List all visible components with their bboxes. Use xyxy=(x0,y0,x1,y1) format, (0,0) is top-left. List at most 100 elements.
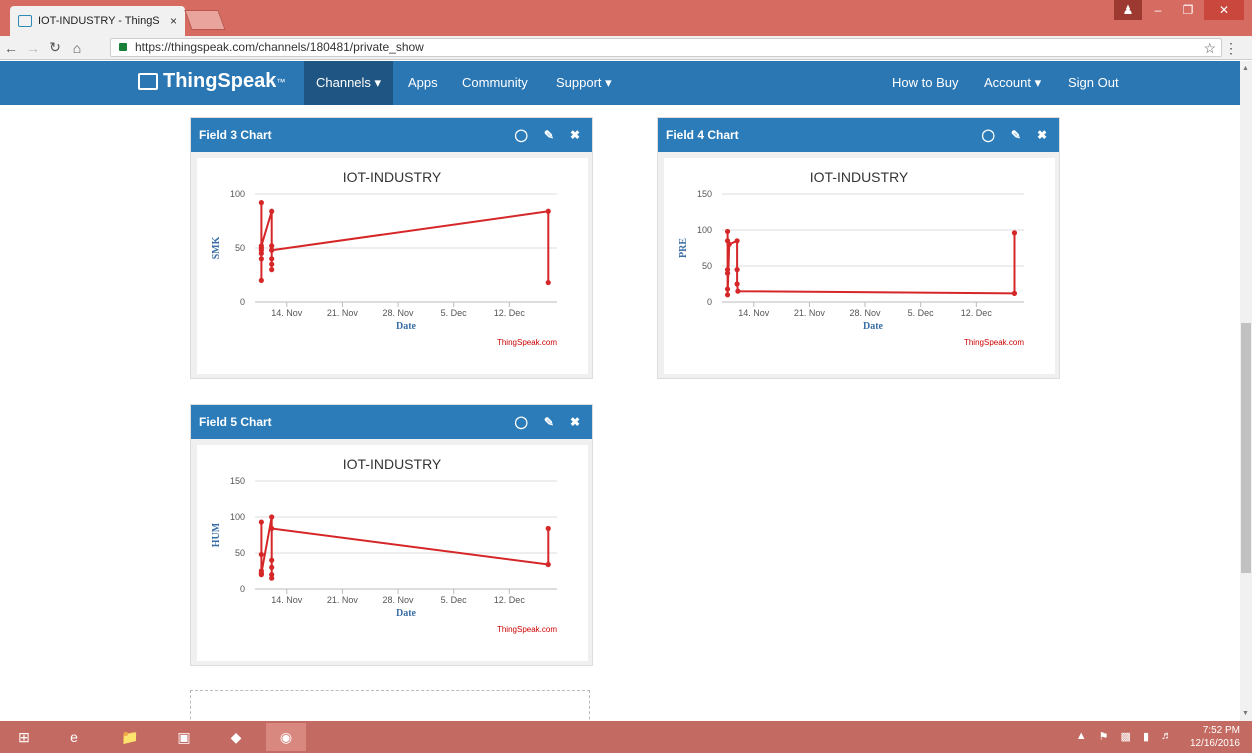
y-tick-label: 100 xyxy=(230,189,245,199)
signal-icon[interactable]: ▮ xyxy=(1143,730,1149,743)
thingspeak-credit: ThingSpeak.com xyxy=(964,338,1024,347)
store-icon[interactable]: ▣ xyxy=(164,723,204,751)
close-panel-icon[interactable]: ✖ xyxy=(570,405,580,439)
windows-start-icon[interactable]: ⊞ xyxy=(4,723,44,751)
address-bar-row: ← → ↻ ⌂ https://thingspeak.com/channels/… xyxy=(0,36,1252,60)
data-point xyxy=(258,570,264,576)
comment-icon[interactable]: ◯ xyxy=(514,118,527,152)
comment-icon[interactable]: ◯ xyxy=(514,405,527,439)
data-point xyxy=(545,279,551,286)
scrollbar-thumb[interactable] xyxy=(1241,323,1251,573)
x-tick-label: 12. Dec xyxy=(494,595,526,605)
scroll-up-icon[interactable]: ▲ xyxy=(1242,65,1249,72)
data-point xyxy=(734,238,740,244)
close-panel-icon[interactable]: ✖ xyxy=(1037,118,1047,152)
x-tick-label: 28. Nov xyxy=(383,308,415,318)
tab-close-icon[interactable]: × xyxy=(170,14,177,28)
lock-icon xyxy=(119,43,127,51)
data-point xyxy=(734,281,740,287)
minimize-icon[interactable]: – xyxy=(1144,0,1172,20)
series-line xyxy=(726,231,1016,295)
new-tab-button[interactable] xyxy=(184,10,226,30)
back-icon[interactable]: ← xyxy=(0,40,22,56)
data-point xyxy=(734,267,740,273)
user-profile-icon[interactable]: ♟ xyxy=(1114,0,1142,20)
data-point xyxy=(724,270,731,276)
y-axis-label: HUM xyxy=(211,522,222,547)
url-input[interactable]: https://thingspeak.com/channels/180481/p… xyxy=(110,38,1222,57)
data-point xyxy=(258,250,264,256)
edit-pencil-icon[interactable]: ✎ xyxy=(544,405,554,439)
chart-svg: IOT-INDUSTRY 0 50 100 150 14. Nov 21. Nov 28. N… xyxy=(211,456,557,634)
browser-menu-icon[interactable]: ⋮ xyxy=(1224,40,1238,57)
home-icon[interactable]: ⌂ xyxy=(66,40,88,56)
thingspeak-logo[interactable]: ThingSpeak ™ xyxy=(138,70,285,93)
page-scrollbar[interactable]: ▲ ▼ xyxy=(1240,61,1252,721)
taskbar-clock[interactable]: 7:52 PM 12/16/2016 xyxy=(1190,724,1240,750)
data-point xyxy=(258,256,264,262)
comment-icon[interactable]: ◯ xyxy=(981,118,994,152)
edit-pencil-icon[interactable]: ✎ xyxy=(1011,118,1021,152)
scroll-down-icon[interactable]: ▼ xyxy=(1242,710,1249,717)
system-tray: ▲ ⚑ ▩ ▮ ♬ xyxy=(1076,730,1172,743)
nav-community[interactable]: Community xyxy=(450,61,540,105)
bookmark-star-icon[interactable]: ☆ xyxy=(1203,40,1216,57)
panel-header: Field 5 Chart ◯ ✎ ✖ xyxy=(191,405,592,439)
data-point xyxy=(269,557,275,563)
file-explorer-icon[interactable]: 📁 xyxy=(110,723,150,751)
restore-icon[interactable]: ❐ xyxy=(1174,0,1202,20)
y-tick-label: 100 xyxy=(230,512,245,522)
flag-icon[interactable]: ⚑ xyxy=(1099,730,1109,743)
nav-account[interactable]: Account ▾ xyxy=(972,61,1053,105)
x-tick-label: 28. Nov xyxy=(850,308,882,318)
series-line xyxy=(260,516,550,579)
chip-app-icon[interactable]: ◆ xyxy=(216,723,256,751)
data-point xyxy=(269,256,275,262)
chart-title: IOT-INDUSTRY xyxy=(343,169,442,185)
data-point xyxy=(269,525,275,532)
data-point xyxy=(269,564,275,570)
data-point xyxy=(258,243,264,249)
nav-apps[interactable]: Apps xyxy=(396,61,450,105)
nav-channels[interactable]: Channels ▾ xyxy=(304,61,394,105)
browser-tab[interactable]: IOT-INDUSTRY - ThingS × xyxy=(10,6,185,36)
internet-explorer-icon[interactable]: e xyxy=(54,723,94,751)
chart-body: IOT-INDUSTRY 0 50 100 150 14. Nov 21. Nov 28. N… xyxy=(197,445,588,661)
nav-sign-out[interactable]: Sign Out xyxy=(1056,61,1131,105)
volume-icon[interactable]: ♬ xyxy=(1161,730,1172,743)
thingspeak-navbar: ThingSpeak ™ Channels ▾ Apps Community S… xyxy=(0,61,1240,105)
x-tick-label: 12. Dec xyxy=(961,308,993,318)
data-point xyxy=(269,261,275,267)
chart-body: IOT-INDUSTRY 0 50 100 150 14. Nov 21. Nov 28. N… xyxy=(664,158,1055,374)
nav-how-to-buy[interactable]: How to Buy xyxy=(880,61,970,105)
y-tick-label: 50 xyxy=(235,548,245,558)
data-point xyxy=(545,561,551,568)
reload-icon[interactable]: ↻ xyxy=(44,39,66,56)
y-axis-label: SMK xyxy=(211,236,222,259)
show-hidden-icons-icon[interactable]: ▲ xyxy=(1076,730,1087,743)
clock-time: 7:52 PM xyxy=(1202,725,1240,736)
clock-date: 12/16/2016 xyxy=(1189,738,1240,749)
data-point xyxy=(258,551,264,558)
x-tick-label: 21. Nov xyxy=(794,308,826,318)
y-tick-label: 50 xyxy=(235,243,245,253)
edit-pencil-icon[interactable]: ✎ xyxy=(544,118,554,152)
nav-support[interactable]: Support ▾ xyxy=(544,61,624,105)
forward-icon[interactable]: → xyxy=(22,40,44,56)
close-panel-icon[interactable]: ✖ xyxy=(570,118,580,152)
tab-title: IOT-INDUSTRY - ThingS xyxy=(38,15,163,27)
field-4-chart-panel: Field 4 Chart ◯ ✎ ✖ IOT-INDUSTRY 0 50 100 15… xyxy=(657,117,1060,379)
series-line xyxy=(260,202,550,283)
network-icon[interactable]: ▩ xyxy=(1121,730,1131,743)
x-tick-label: 21. Nov xyxy=(327,595,359,605)
y-axis-label: PRE xyxy=(678,238,689,258)
x-axis-label: Date xyxy=(396,321,417,332)
chat-bubble-logo-icon xyxy=(138,73,158,90)
data-point xyxy=(1011,230,1018,236)
data-point xyxy=(269,208,275,214)
panel-header: Field 3 Chart ◯ ✎ ✖ xyxy=(191,118,592,152)
data-point xyxy=(724,292,731,298)
thingspeak-favicon-icon xyxy=(18,15,32,27)
close-window-icon[interactable]: ✕ xyxy=(1204,0,1244,20)
chrome-icon[interactable]: ◉ xyxy=(266,723,306,751)
